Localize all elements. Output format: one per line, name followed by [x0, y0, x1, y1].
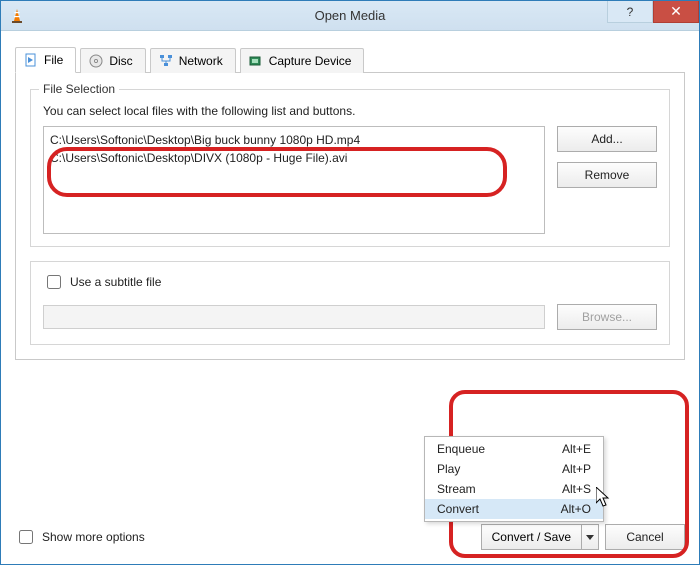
- tab-network[interactable]: Network: [150, 48, 236, 73]
- tab-capture-label: Capture Device: [269, 54, 352, 68]
- convert-save-label: Convert / Save: [492, 530, 571, 544]
- file-icon: [24, 53, 38, 67]
- help-button[interactable]: ?: [607, 1, 653, 23]
- menu-item-stream[interactable]: Stream Alt+S: [425, 479, 603, 499]
- convert-save-dropdown-arrow[interactable]: [581, 524, 599, 550]
- subtitle-checkbox[interactable]: [47, 275, 61, 289]
- menu-item-label: Enqueue: [437, 442, 485, 456]
- cancel-button[interactable]: Cancel: [605, 524, 685, 550]
- menu-item-play[interactable]: Play Alt+P: [425, 459, 603, 479]
- chevron-down-icon: [586, 533, 594, 541]
- file-selection-group: File Selection You can select local file…: [30, 89, 670, 247]
- remove-button[interactable]: Remove: [557, 162, 657, 188]
- convert-save-menu: Enqueue Alt+E Play Alt+P Stream Alt+S Co…: [424, 436, 604, 522]
- menu-item-label: Play: [437, 462, 460, 476]
- cancel-button-label: Cancel: [626, 530, 663, 544]
- tab-bar: File Disc Network Capture Device: [15, 43, 685, 73]
- menu-item-label: Convert: [437, 502, 479, 516]
- close-button[interactable]: ✕: [653, 1, 699, 23]
- file-selection-hint: You can select local files with the foll…: [43, 104, 657, 118]
- file-list[interactable]: C:\Users\Softonic\Desktop\Big buck bunny…: [43, 126, 545, 234]
- help-glyph: ?: [627, 5, 634, 19]
- menu-item-shortcut: Alt+E: [562, 442, 591, 456]
- show-more-options-label: Show more options: [42, 530, 145, 544]
- remove-button-label: Remove: [585, 168, 630, 182]
- file-buttons: Add... Remove: [557, 126, 657, 188]
- show-more-options-row[interactable]: Show more options: [15, 527, 145, 547]
- subtitle-group: Use a subtitle file Browse...: [30, 261, 670, 345]
- footer: Show more options Convert / Save Cancel: [15, 524, 685, 550]
- list-item[interactable]: C:\Users\Softonic\Desktop\DIVX (1080p - …: [50, 149, 538, 167]
- open-media-dialog: Open Media ? ✕ File Disc: [0, 0, 700, 565]
- convert-save-main[interactable]: Convert / Save: [481, 524, 581, 550]
- subtitle-path-input: [43, 305, 545, 329]
- close-icon: ✕: [670, 3, 682, 20]
- tab-file[interactable]: File: [15, 47, 76, 73]
- file-selection-legend: File Selection: [39, 82, 119, 96]
- menu-item-shortcut: Alt+S: [562, 482, 591, 496]
- subtitle-checkbox-label: Use a subtitle file: [70, 275, 161, 289]
- tab-disc-label: Disc: [109, 54, 132, 68]
- subtitle-checkbox-row[interactable]: Use a subtitle file: [43, 272, 657, 292]
- add-button-label: Add...: [591, 132, 622, 146]
- window-title: Open Media: [1, 8, 699, 23]
- browse-button: Browse...: [557, 304, 657, 330]
- add-button[interactable]: Add...: [557, 126, 657, 152]
- footer-buttons: Convert / Save Cancel: [481, 524, 685, 550]
- file-panel: File Selection You can select local file…: [15, 73, 685, 360]
- browse-button-label: Browse...: [582, 310, 632, 324]
- menu-item-shortcut: Alt+P: [562, 462, 591, 476]
- show-more-options-checkbox[interactable]: [19, 530, 33, 544]
- titlebar: Open Media ? ✕: [1, 1, 699, 31]
- menu-item-enqueue[interactable]: Enqueue Alt+E: [425, 439, 603, 459]
- tab-file-label: File: [44, 53, 63, 67]
- window-controls: ? ✕: [607, 1, 699, 23]
- capture-icon: [249, 54, 263, 68]
- tab-network-label: Network: [179, 54, 223, 68]
- menu-item-label: Stream: [437, 482, 476, 496]
- tab-disc[interactable]: Disc: [80, 48, 145, 73]
- network-icon: [159, 54, 173, 68]
- dialog-content: File Disc Network Capture Device: [1, 31, 699, 564]
- disc-icon: [89, 54, 103, 68]
- menu-item-convert[interactable]: Convert Alt+O: [425, 499, 603, 519]
- tab-capture[interactable]: Capture Device: [240, 48, 365, 73]
- list-item[interactable]: C:\Users\Softonic\Desktop\Big buck bunny…: [50, 131, 538, 149]
- menu-item-shortcut: Alt+O: [561, 502, 591, 516]
- convert-save-button[interactable]: Convert / Save: [481, 524, 599, 550]
